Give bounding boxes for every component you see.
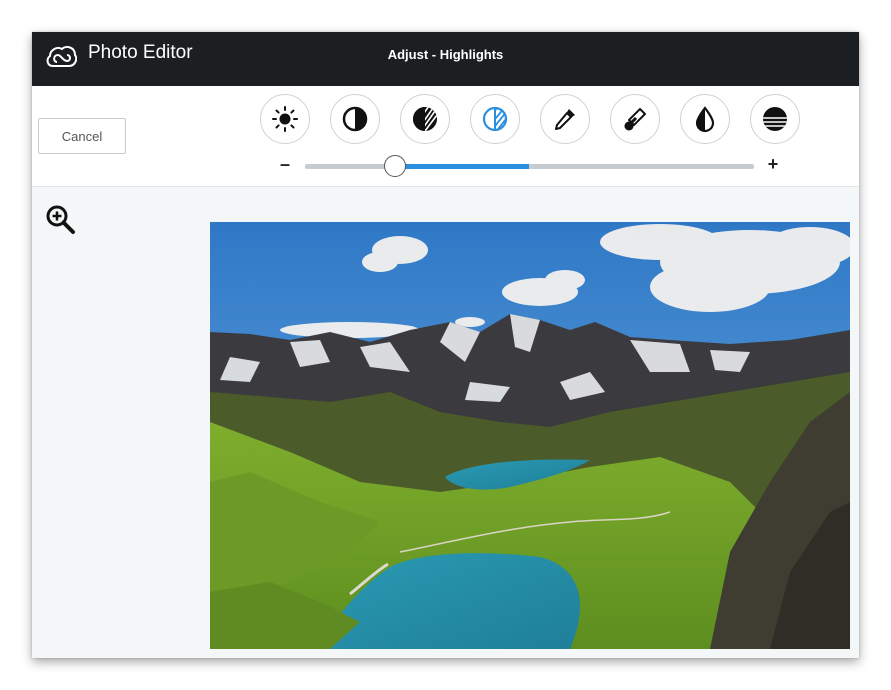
temperature-tool-button[interactable] [610, 94, 660, 144]
brightness-icon [272, 106, 298, 132]
landscape-photo[interactable] [210, 222, 850, 649]
eyedropper-tool-button[interactable] [540, 94, 590, 144]
slider-fill [394, 164, 530, 169]
saturation-icon [695, 106, 715, 133]
highlights-tool-button[interactable] [470, 94, 520, 144]
zoom-in-icon[interactable] [45, 204, 77, 236]
canvas-area [32, 187, 859, 658]
fade-icon [763, 107, 787, 131]
eyedropper-icon [555, 109, 575, 130]
contrast-icon [342, 106, 368, 132]
highlights-icon [482, 106, 508, 132]
shadows-icon [413, 107, 437, 131]
photo-editor-window: Photo Editor Adjust - Highlights Cancel [32, 32, 859, 658]
slider-decrease-button[interactable]: – [278, 154, 292, 175]
title-bar: Photo Editor Adjust - Highlights [32, 32, 859, 86]
cancel-button[interactable]: Cancel [38, 118, 126, 154]
adjust-toolbar: Cancel – + [32, 86, 859, 187]
mode-title: Adjust - Highlights [387, 47, 504, 62]
slider-handle[interactable] [383, 155, 406, 177]
contrast-tool-button[interactable] [330, 94, 380, 144]
slider-increase-button[interactable]: + [766, 154, 780, 175]
fade-tool-button[interactable] [750, 94, 800, 144]
saturation-tool-button[interactable] [680, 94, 730, 144]
temperature-icon [624, 108, 646, 131]
shadows-tool-button[interactable] [400, 94, 450, 144]
brightness-tool-button[interactable] [260, 94, 310, 144]
adjust-slider[interactable] [305, 155, 754, 177]
